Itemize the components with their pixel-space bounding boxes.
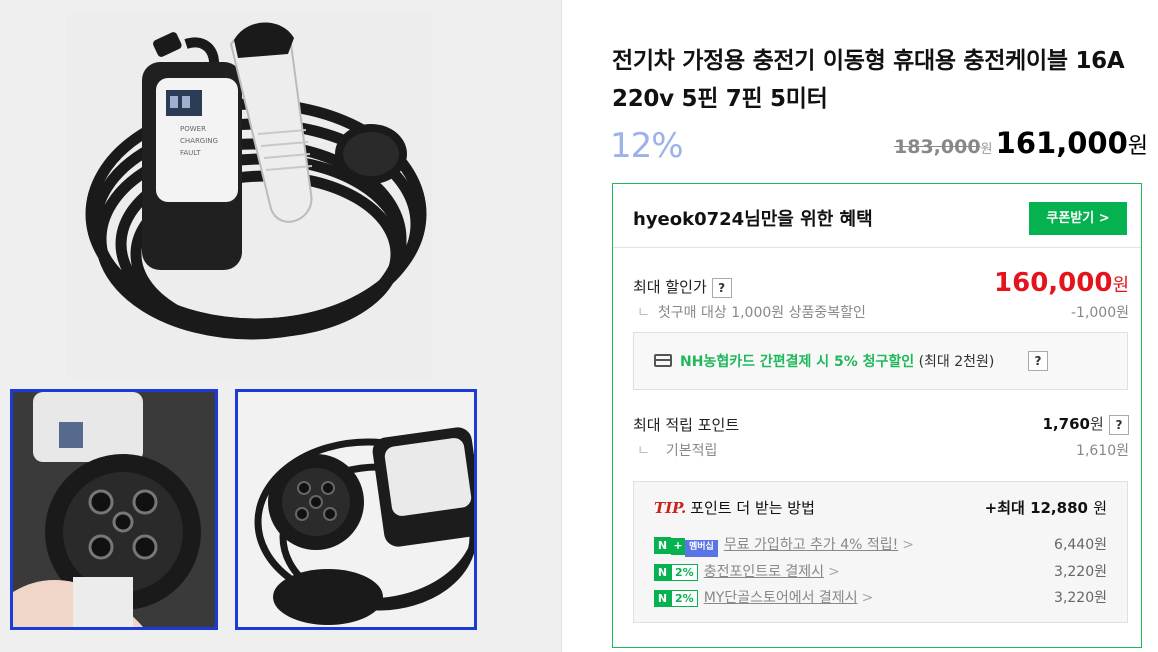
- thumbnail-connector-closeup[interactable]: [10, 389, 218, 630]
- thumbnail-charger-cable[interactable]: [235, 389, 477, 630]
- chevron-right-icon: >: [861, 590, 874, 606]
- product-info-panel: 전기차 가정용 충전기 이동형 휴대용 충전케이블 16A 220v 5핀 7핀…: [562, 0, 1158, 652]
- tip-max-currency: 원: [1093, 499, 1107, 517]
- max-discount-help-button[interactable]: ?: [711, 277, 732, 298]
- basic-points-label: 기본적립: [665, 443, 718, 459]
- power-label: POWER: [180, 125, 206, 133]
- tip-amount-my-store: 3,220원: [1054, 590, 1107, 606]
- points-row: 최대 적립 포인트: [633, 414, 739, 435]
- points-value-number: 1,760: [1042, 415, 1090, 433]
- basic-points-value: 1,610원: [1076, 443, 1129, 459]
- tip-amount-membership: 6,440원: [1054, 537, 1107, 553]
- original-price: 183,000원: [894, 136, 993, 158]
- naver-pay-2pct-badge: N 2%: [654, 589, 698, 607]
- discount-rate: 12%: [610, 126, 684, 166]
- original-price-currency: 원: [980, 142, 993, 157]
- card-discount-highlight: NH농협카드 간편결제 시 5% 청구할인: [680, 354, 915, 370]
- final-price-currency: 원: [1127, 134, 1148, 159]
- tip-max-value: 12,880: [1030, 499, 1088, 517]
- max-discount-label: 최대 할인가: [633, 278, 707, 296]
- coupon-button[interactable]: 쿠폰받기 >: [1029, 202, 1127, 235]
- final-price-value: 161,000: [995, 126, 1128, 160]
- naver-n-icon: N: [654, 563, 671, 581]
- chevron-right-icon: >: [902, 537, 915, 553]
- tip-row-membership: N + 멤버십 무료 가입하고 추가 4% 적립! >: [654, 534, 915, 557]
- tip-row-my-store: N 2% MY단골스토어에서 결제시 >: [654, 587, 873, 607]
- max-discount-row: 최대 할인가 ?: [633, 276, 732, 298]
- credit-card-icon: [654, 354, 672, 367]
- card-discount-cap: (최대 2천원): [914, 354, 995, 370]
- basic-points-row: ㄴ 기본적립: [637, 440, 717, 460]
- percent-label: 2%: [671, 589, 698, 607]
- percent-label: 2%: [671, 563, 698, 581]
- naver-n-icon: N: [654, 536, 671, 554]
- card-discount-text: NH농협카드 간편결제 시 5% 청구할인 (최대 2천원): [680, 351, 994, 371]
- ev-charger-illustration: POWER CHARGING FAULT: [66, 14, 432, 378]
- original-price-value: 183,000: [894, 136, 981, 158]
- product-gallery: POWER CHARGING FAULT: [0, 0, 562, 652]
- my-store-link[interactable]: MY단골스토어에서 결제시: [704, 590, 858, 606]
- naver-pay-2pct-badge: N 2%: [654, 563, 698, 581]
- card-discount-box: NH농협카드 간편결제 시 5% 청구할인 (최대 2천원) ?: [633, 332, 1128, 390]
- final-price: 161,000원: [996, 126, 1148, 160]
- tip-word: TIP.: [654, 499, 687, 517]
- main-product-image[interactable]: POWER CHARGING FAULT: [66, 14, 432, 378]
- tip-title-text: 포인트 더 받는 방법: [690, 499, 815, 517]
- tip-amount-charge-points: 3,220원: [1054, 564, 1107, 580]
- charger-cable-image: [238, 392, 474, 627]
- tip-title: TIP. 포인트 더 받는 방법: [654, 497, 815, 518]
- membership-label: 멤버십: [685, 539, 718, 557]
- chevron-right-icon: >: [828, 564, 840, 580]
- benefit-header: hyeok0724님만을 위한 혜택 쿠폰받기 >: [613, 184, 1141, 248]
- max-discount-price-currency: 원: [1112, 275, 1129, 296]
- first-purchase-value: -1,000원: [1070, 305, 1129, 321]
- connector-closeup-image: [13, 392, 215, 627]
- first-purchase-label: 첫구매 대상 1,000원 상품중복할인: [657, 305, 866, 321]
- points-help-button[interactable]: ?: [1109, 414, 1129, 435]
- charge-points-link[interactable]: 충전포인트로 결제시: [704, 564, 824, 580]
- plus-icon: +: [671, 537, 685, 555]
- tree-branch-icon: ㄴ: [637, 305, 650, 321]
- fault-label: FAULT: [180, 149, 201, 157]
- naver-n-icon: N: [654, 589, 671, 607]
- benefit-box: hyeok0724님만을 위한 혜택 쿠폰받기 > 최대 할인가 ? 160,0…: [612, 183, 1142, 648]
- points-value-currency: 원: [1089, 415, 1104, 433]
- points-value: 1,760원 ?: [1042, 413, 1129, 435]
- card-discount-help-button[interactable]: ?: [1028, 351, 1048, 371]
- charging-label: CHARGING: [180, 137, 218, 145]
- membership-badge: N + 멤버십: [654, 536, 718, 557]
- tip-max-prefix: +최대: [984, 499, 1031, 517]
- benefit-title: hyeok0724님만을 위한 혜택: [633, 209, 873, 230]
- tip-max-points: +최대 12,880 원: [985, 497, 1107, 518]
- points-label: 최대 적립 포인트: [633, 416, 740, 434]
- max-discount-price-value: 160,000: [994, 268, 1113, 298]
- tree-branch-icon: ㄴ: [637, 443, 650, 459]
- first-purchase-row: ㄴ 첫구매 대상 1,000원 상품중복할인: [637, 302, 866, 322]
- max-discount-price: 160,000원: [994, 268, 1129, 298]
- tip-box: TIP. 포인트 더 받는 방법 +최대 12,880 원 N + 멤버십 무료 가입하…: [633, 481, 1128, 623]
- membership-link[interactable]: 무료 가입하고 추가 4% 적립!: [724, 537, 898, 553]
- tip-row-charge-points: N 2% 충전포인트로 결제시 >: [654, 561, 840, 581]
- product-title: 전기차 가정용 충전기 이동형 휴대용 충전케이블 16A 220v 5핀 7핀…: [612, 48, 1125, 112]
